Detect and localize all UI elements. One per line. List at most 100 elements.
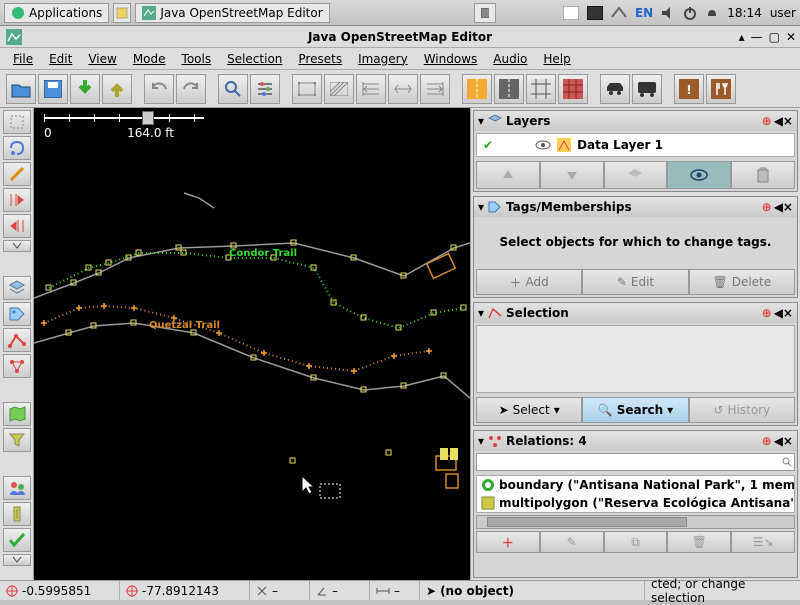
preset-car-button[interactable] — [600, 74, 630, 104]
select-button[interactable]: ➤Select▾ — [476, 397, 582, 423]
menu-tools[interactable]: Tools — [175, 50, 219, 68]
relation-item[interactable]: boundary ("Antisana National Park", 1 me… — [477, 476, 794, 494]
draw-tool[interactable] — [3, 162, 31, 186]
help-icon[interactable]: ⊕ — [762, 434, 772, 448]
conflict-toggle[interactable] — [3, 502, 31, 526]
undo-button[interactable] — [144, 74, 174, 104]
pin-icon[interactable]: ◀× — [774, 434, 793, 448]
workspace-switcher[interactable] — [474, 3, 496, 23]
menu-mode[interactable]: Mode — [126, 50, 173, 68]
collapse-icon[interactable]: ▾ — [478, 434, 484, 448]
preset-bus-button[interactable] — [632, 74, 662, 104]
relation-select-button[interactable]: ☰↘ — [731, 531, 795, 553]
menu-presets[interactable]: Presets — [291, 50, 349, 68]
tool-expand[interactable] — [3, 240, 31, 252]
relation-duplicate-button[interactable]: ⧉ — [604, 531, 668, 553]
tray-terminal-icon[interactable] — [563, 6, 579, 20]
layer-down-button[interactable] — [540, 161, 604, 189]
layer-row[interactable]: ✔ Data Layer 1 — [476, 133, 795, 157]
open-button[interactable] — [6, 74, 36, 104]
search-button[interactable] — [218, 74, 248, 104]
tray-user[interactable]: user — [770, 6, 796, 20]
relation-scrollbar[interactable] — [476, 515, 795, 529]
relation-item[interactable]: multipolygon ("Reserva Ecológica Antisan… — [477, 494, 794, 512]
panel-expand[interactable] — [3, 554, 31, 566]
upload-button[interactable] — [102, 74, 132, 104]
tray-terminal2-icon[interactable] — [587, 6, 603, 20]
preset-rail-button[interactable] — [526, 74, 556, 104]
selection-toggle[interactable] — [3, 328, 31, 352]
close-icon[interactable]: ✕ — [786, 30, 796, 44]
align-right-button[interactable] — [420, 74, 450, 104]
extrude-right-tool[interactable] — [3, 214, 31, 238]
map-toggle[interactable] — [3, 402, 31, 426]
preset-food-button[interactable] — [706, 74, 736, 104]
tag-delete-button[interactable]: 🗑Delete — [689, 269, 795, 295]
help-icon[interactable]: ⊕ — [762, 114, 772, 128]
tray-notify-icon[interactable] — [705, 6, 719, 20]
preferences-button[interactable] — [250, 74, 280, 104]
tags-toggle[interactable] — [3, 302, 31, 326]
redo-button[interactable] — [176, 74, 206, 104]
layer-delete-button[interactable] — [731, 161, 795, 189]
align-horiz-button[interactable] — [388, 74, 418, 104]
relation-edit-button[interactable]: ✎ — [540, 531, 604, 553]
pin-icon[interactable]: ◀× — [774, 200, 793, 214]
preset-highway-button[interactable] — [462, 74, 492, 104]
help-icon[interactable]: ⊕ — [762, 200, 772, 214]
align-left-button[interactable] — [356, 74, 386, 104]
help-icon[interactable]: ⊕ — [762, 306, 772, 320]
relation-search-input[interactable] — [476, 453, 795, 471]
hatch-button[interactable] — [324, 74, 354, 104]
layers-toggle[interactable] — [3, 276, 31, 300]
validation-toggle[interactable] — [3, 528, 31, 552]
tag-add-button[interactable]: ＋Add — [476, 269, 582, 295]
select-tool[interactable] — [3, 110, 31, 134]
relations-toggle[interactable] — [3, 354, 31, 378]
lasso-tool[interactable] — [3, 136, 31, 160]
search-selection-button[interactable]: 🔍Search▾ — [582, 397, 688, 423]
preset-road-button[interactable] — [494, 74, 524, 104]
menu-edit[interactable]: Edit — [42, 50, 79, 68]
preset-building-button[interactable] — [558, 74, 588, 104]
layer-visible-button[interactable] — [667, 161, 731, 189]
history-button[interactable]: ↺History — [689, 397, 795, 423]
taskbar-window-josm[interactable]: Java OpenStreetMap Editor — [135, 3, 329, 23]
relation-delete-button[interactable]: 🗑 — [667, 531, 731, 553]
tray-network-icon[interactable] — [611, 6, 627, 20]
menu-imagery[interactable]: Imagery — [351, 50, 415, 68]
wireframe-button[interactable] — [292, 74, 322, 104]
rollup-icon[interactable]: ▴ — [739, 30, 745, 44]
applications-menu[interactable]: Applications — [4, 3, 109, 23]
tray-lang[interactable]: EN — [635, 6, 653, 20]
save-button[interactable] — [38, 74, 68, 104]
menu-selection[interactable]: Selection — [220, 50, 289, 68]
users-toggle[interactable] — [3, 476, 31, 500]
menu-audio[interactable]: Audio — [486, 50, 534, 68]
layer-up-button[interactable] — [476, 161, 540, 189]
preset-warning-button[interactable]: ! — [674, 74, 704, 104]
menu-windows[interactable]: Windows — [417, 50, 485, 68]
collapse-icon[interactable]: ▾ — [478, 306, 484, 320]
relation-list[interactable]: boundary ("Antisana National Park", 1 me… — [476, 475, 795, 513]
tray-power-icon[interactable] — [683, 6, 697, 20]
show-desktop[interactable] — [113, 3, 131, 23]
maximize-icon[interactable]: ▢ — [769, 30, 780, 44]
eye-icon[interactable] — [535, 140, 551, 150]
menu-view[interactable]: View — [81, 50, 123, 68]
collapse-icon[interactable]: ▾ — [478, 114, 484, 128]
layer-activate-button[interactable] — [604, 161, 668, 189]
pin-icon[interactable]: ◀× — [774, 114, 793, 128]
filter-toggle[interactable] — [3, 428, 31, 452]
download-button[interactable] — [70, 74, 100, 104]
pin-icon[interactable]: ◀× — [774, 306, 793, 320]
minimize-icon[interactable]: — — [751, 30, 763, 44]
tray-volume-icon[interactable] — [661, 6, 675, 20]
relation-search[interactable] — [476, 453, 795, 471]
tray-clock[interactable]: 18:14 — [727, 6, 762, 20]
map-canvas[interactable]: 0 164.0 ft — [34, 108, 470, 580]
collapse-icon[interactable]: ▾ — [478, 200, 484, 214]
extrude-left-tool[interactable] — [3, 188, 31, 212]
menu-file[interactable]: File — [6, 50, 40, 68]
tag-edit-button[interactable]: ✎Edit — [582, 269, 688, 295]
